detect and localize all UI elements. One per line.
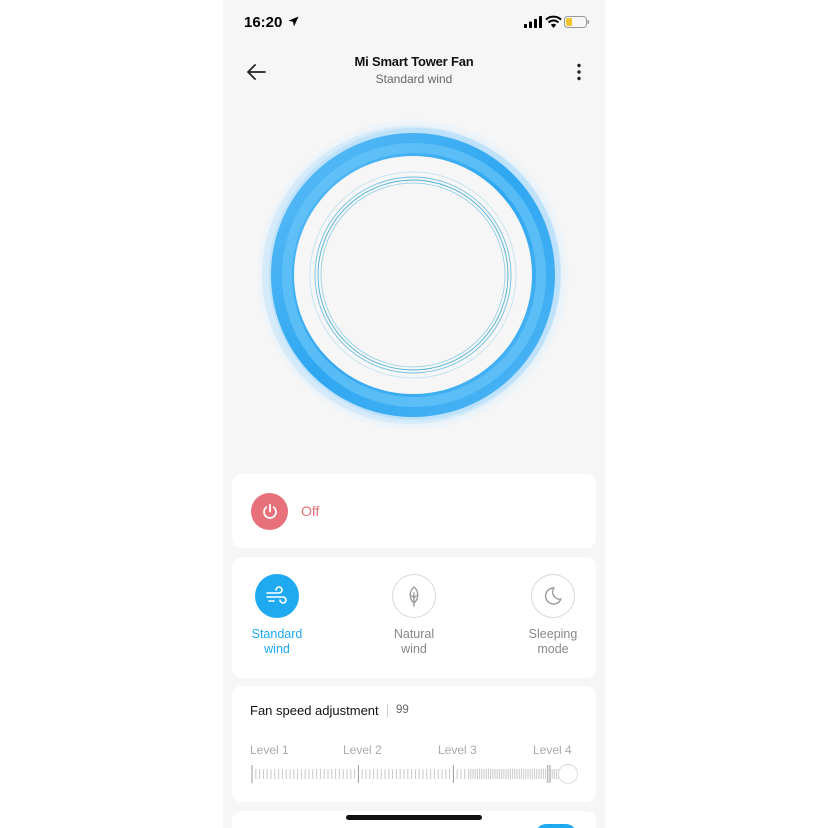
battery-icon — [564, 16, 590, 28]
phone-screen: 16:20 Mi Smart Tower Fan Standard wind O… — [223, 0, 605, 828]
divider — [387, 704, 388, 717]
fan-speed-value: 99 — [396, 704, 409, 716]
mode-standard-wind-label: Standard wind — [232, 627, 322, 656]
page-title: Mi Smart Tower Fan — [354, 54, 474, 69]
mode-label-line2: wind — [264, 641, 290, 656]
power-status-label: Off — [301, 503, 320, 519]
level-1-label: Level 1 — [250, 743, 289, 757]
fan-speed-title: Fan speed adjustment — [250, 703, 379, 718]
fan-status-dial — [257, 119, 569, 431]
more-options-icon[interactable] — [567, 60, 591, 84]
home-indicator[interactable] — [346, 815, 482, 820]
power-button[interactable] — [251, 493, 288, 530]
power-icon — [262, 503, 277, 519]
level-3-label: Level 3 — [438, 743, 477, 757]
wifi-icon — [545, 15, 562, 28]
moon-icon — [544, 587, 562, 605]
status-time: 16:20 — [244, 14, 283, 31]
slider-thumb[interactable] — [558, 764, 578, 784]
mode-label-line2: mode — [537, 641, 569, 656]
fan-speed-card: Fan speed adjustment 99 Level 1 Level 2 … — [232, 686, 596, 802]
wind-icon — [266, 586, 287, 604]
mode-sleeping-button[interactable] — [531, 574, 575, 618]
mode-label-line1: Natural — [393, 627, 435, 641]
header: Mi Smart Tower Fan Standard wind — [223, 44, 605, 100]
level-4-label: Level 4 — [533, 743, 572, 757]
power-card: Off — [232, 474, 596, 548]
mode-standard-wind-button[interactable] — [255, 574, 299, 618]
wind-mode-card: Standard wind Natural wind Sleeping mode — [232, 557, 596, 678]
location-arrow-icon — [288, 16, 299, 27]
toggle-switch[interactable] — [536, 824, 576, 828]
mode-label-line2: wind — [401, 641, 427, 656]
mode-standard-wind[interactable]: Standard wind — [232, 574, 322, 656]
mode-natural-wind[interactable]: Natural wind — [369, 574, 459, 656]
leaf-icon — [409, 586, 419, 607]
cellular-signal-icon — [524, 16, 542, 28]
mode-sleeping[interactable]: Sleeping mode — [508, 574, 598, 656]
mode-label-line1: Standard — [251, 627, 303, 641]
mode-natural-wind-label: Natural wind — [369, 627, 459, 656]
mode-natural-wind-button[interactable] — [392, 574, 436, 618]
mode-sleeping-label: Sleeping mode — [508, 627, 598, 656]
fan-speed-slider[interactable] — [250, 764, 580, 784]
page-subtitle: Standard wind — [375, 72, 453, 86]
level-2-label: Level 2 — [343, 743, 382, 757]
mode-label-line1: Sleeping — [528, 627, 578, 641]
status-bar: 16:20 — [223, 0, 605, 44]
